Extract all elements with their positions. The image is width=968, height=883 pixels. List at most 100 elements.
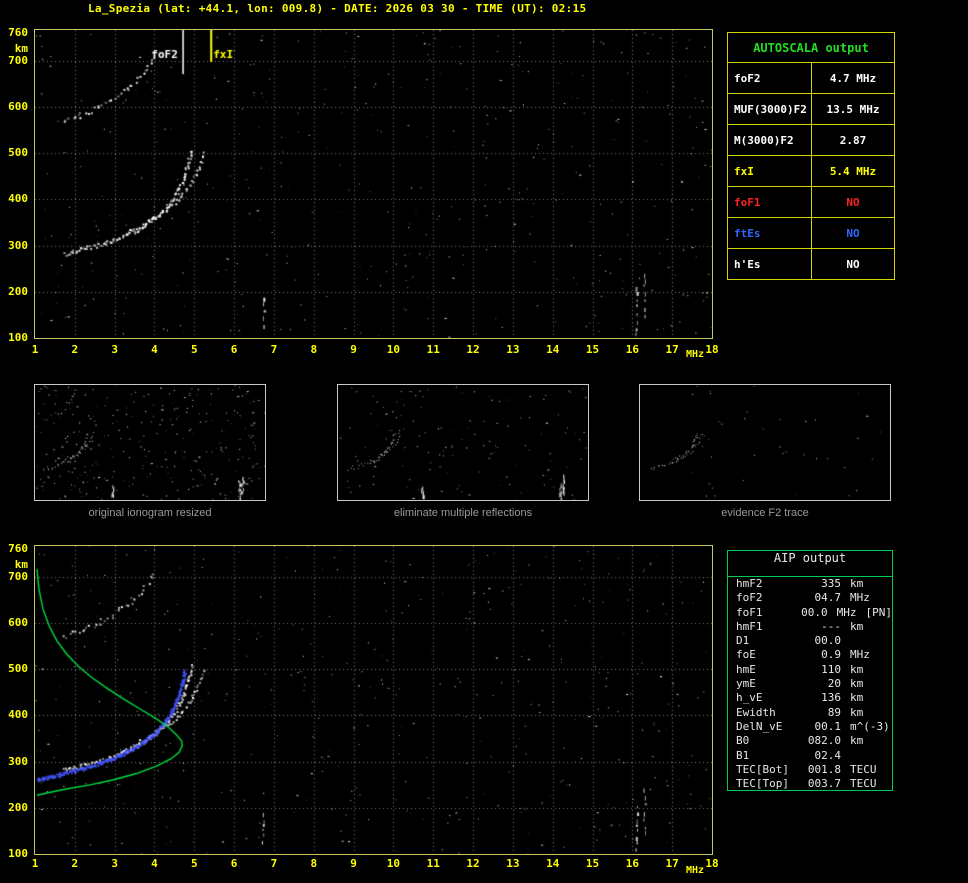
aip-row-unit: km	[850, 705, 864, 719]
autoscala-row-label: h'Es	[728, 249, 812, 279]
x-tick-label: 2	[71, 343, 79, 356]
aip-row-value: 20	[827, 677, 841, 691]
aip-row-value: 082.0	[807, 734, 841, 748]
y-tick-label: 760	[8, 25, 28, 39]
y-tick-label: 700	[8, 569, 28, 583]
aip-row-value: 003.7	[807, 777, 841, 791]
aip-row: D1 00.0	[728, 634, 892, 648]
thumbnail-f2-trace-canvas	[640, 385, 890, 500]
aip-row-label: h_vE	[736, 691, 763, 705]
aip-row-label: B1	[736, 748, 750, 762]
y-tick-label: 600	[8, 99, 28, 113]
x-tick-label: 13	[506, 857, 520, 870]
x-tick-label: 17	[665, 343, 679, 356]
aip-row-value: 001.8	[807, 762, 841, 776]
aip-row-value: 04.7	[814, 591, 842, 605]
x-tick-label: 14	[546, 343, 560, 356]
autoscala-row: fxI 5.4 MHz	[728, 155, 894, 186]
aip-row-value: 136	[821, 691, 841, 705]
x-tick-label: 15	[585, 343, 600, 356]
x-tick-label: 4	[151, 857, 158, 870]
aip-row-unit: km	[850, 734, 864, 748]
x-tick-label: 8	[310, 343, 318, 356]
aip-output-table: AIP output hmF2 335 km foF2 04.7 MHz foF1 00.0 M…	[727, 550, 893, 791]
x-tick-label: 3	[111, 343, 118, 356]
y-tick-label: 760	[8, 541, 28, 555]
x-tick-label: 5	[190, 343, 198, 356]
aip-row-unit: MHz	[850, 591, 870, 605]
aip-row-label: foE	[736, 648, 756, 662]
x-tick-label: 11	[426, 343, 440, 356]
aip-row-label: B0	[736, 734, 750, 748]
aip-row-value: ---	[821, 619, 841, 633]
aip-row: foF1 00.0 MHz [PN]	[728, 606, 892, 620]
x-tick-label: 1	[31, 857, 39, 870]
x-tick-label: 10	[386, 343, 401, 356]
aip-table-rows: hmF2 335 km foF2 04.7 MHz foF1 00.0 MHz [PN] hmF1-…	[728, 577, 892, 791]
x-tick-label: 6	[230, 343, 238, 356]
autoscala-row-label: foF2	[728, 63, 812, 93]
autoscala-row-value: NO	[846, 226, 860, 240]
autoscala-row: foF1 NO	[728, 186, 894, 217]
y-tick-label: 300	[8, 238, 28, 252]
aip-row: h_vE 136 km	[728, 691, 892, 705]
aip-row: B1 02.4	[728, 749, 892, 763]
x-tick-label: 12	[466, 343, 480, 356]
aip-row-label: foF1	[736, 605, 763, 619]
autoscala-row: foF2 4.7 MHz	[728, 62, 894, 93]
x-tick-label: 7	[270, 343, 278, 356]
x-tick-label: 2	[71, 857, 79, 870]
page-title: La_Spezia (lat: +44.1, lon: 009.8) - DAT…	[88, 2, 587, 15]
x-tick-label: 8	[310, 857, 318, 870]
aip-row: Ewidth 89 km	[728, 706, 892, 720]
x-tick-label: 13	[506, 343, 520, 356]
y-tick-label: 500	[8, 146, 28, 159]
ionogram-canvas-top	[35, 30, 712, 338]
aip-row-value: 00.0	[801, 605, 828, 619]
thumbnail-original-canvas	[35, 385, 265, 500]
aip-row-label: TEC[Bot]	[736, 762, 789, 776]
x-tick-label: 17	[665, 857, 679, 870]
aip-row-value: 89	[827, 705, 841, 719]
x-tick-label: 7	[270, 857, 278, 870]
y-tick-label: 200	[8, 800, 28, 814]
y-tick-label: 400	[8, 192, 28, 206]
aip-row-unit: km	[850, 662, 864, 676]
aip-row-unit: MHz	[850, 648, 870, 662]
x-tick-label: 15	[585, 857, 600, 870]
x-tick-label: 3	[111, 857, 118, 870]
aip-row-unit: MHz	[836, 605, 857, 619]
aip-row-note: [PN]	[865, 605, 893, 619]
x-tick-label: 9	[350, 343, 357, 356]
autoscala-row: ftEs NO	[728, 217, 894, 248]
aip-row-label: hmF2	[736, 577, 763, 590]
y-tick-label: 200	[8, 284, 28, 298]
aip-row-value: 335	[821, 577, 841, 590]
autoscala-row-value: 5.4 MHz	[829, 164, 877, 178]
autoscala-table-title: AUTOSCALA output	[753, 40, 869, 55]
aip-row: hmF1 --- km	[728, 620, 892, 634]
thumbnail-f2-trace	[639, 384, 891, 501]
y-tick-label: 500	[8, 662, 28, 675]
autoscala-output-table: AUTOSCALA output foF2 4.7 MHz MUF(3000)F2 1…	[727, 32, 895, 280]
x-tick-label: 6	[230, 857, 238, 870]
aip-row-unit: km	[850, 691, 864, 705]
aip-row: foE 0.9 MHz	[728, 648, 892, 662]
thumbnail-caption-original: original ionogram resized	[88, 507, 212, 519]
aip-row-unit: TECU	[850, 762, 877, 776]
aip-row-label: hmE	[736, 662, 756, 676]
aip-row: TEC[Bot] 001.8 TECU	[728, 763, 892, 777]
ionogram-plot-top	[34, 29, 713, 339]
aip-row-value: 110	[821, 662, 841, 676]
y-tick-label: 400	[8, 708, 28, 722]
autoscala-row-value: NO	[846, 195, 860, 209]
autoscala-row-value: NO	[846, 257, 860, 271]
thumbnail-no-multiples-canvas	[338, 385, 588, 500]
autoscala-row-label: M(3000)F2	[728, 125, 812, 155]
autoscala-row-label: MUF(3000)F2	[728, 94, 812, 124]
x-tick-label: 14	[546, 857, 560, 870]
autoscala-row-label: fxI	[728, 156, 812, 186]
ionogram-plot-bottom	[34, 545, 713, 855]
y-tick-label: 700	[8, 53, 28, 67]
aip-row-label: TEC[Top]	[736, 777, 789, 791]
